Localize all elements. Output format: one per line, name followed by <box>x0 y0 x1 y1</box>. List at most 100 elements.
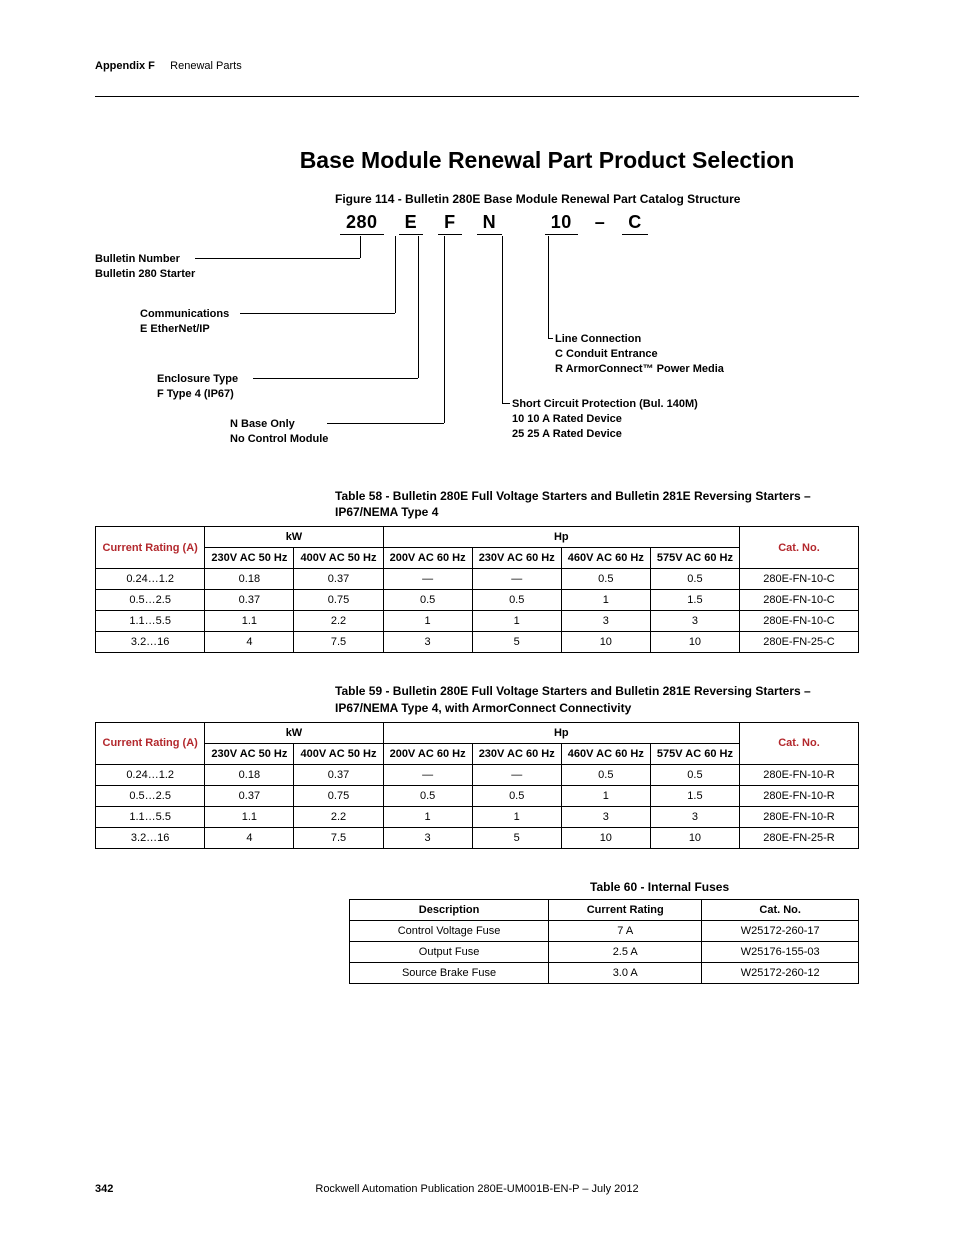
table-cell: 0.75 <box>294 785 383 806</box>
table-cell: 0.5 <box>383 785 472 806</box>
table-cell: 0.24…1.2 <box>96 569 205 590</box>
pn-base: N <box>477 212 503 235</box>
table-cell: 280E-FN-25-R <box>740 827 859 848</box>
table-cell: 1.1…5.5 <box>96 806 205 827</box>
col-description: Description <box>350 899 549 920</box>
table-cell: 0.24…1.2 <box>96 764 205 785</box>
label-base: N Base Only No Control Module <box>230 417 328 447</box>
table-cell: 1 <box>561 590 650 611</box>
col-cat-no: Cat. No. <box>702 899 859 920</box>
table-cell: — <box>472 569 561 590</box>
col-current-rating: Current Rating <box>549 899 702 920</box>
table60-caption: Table 60 - Internal Fuses <box>590 879 859 895</box>
figure-caption: Figure 114 - Bulletin 280E Base Module R… <box>95 192 859 206</box>
table-cell: 0.5…2.5 <box>96 590 205 611</box>
table-cell: 7.5 <box>294 632 383 653</box>
pn-dash: – <box>593 212 608 234</box>
table-cell: 280E-FN-10-R <box>740 785 859 806</box>
running-header: Appendix F Renewal Parts <box>95 60 859 72</box>
table-cell: Output Fuse <box>350 941 549 962</box>
table58: Current Rating (A) kW Hp Cat. No. 230V A… <box>95 526 859 653</box>
col-400-50: 400V AC 50 Hz <box>294 743 383 764</box>
table-cell: 0.18 <box>205 569 294 590</box>
table-cell: 3 <box>650 806 739 827</box>
table-cell: 3 <box>383 827 472 848</box>
pn-scp: 10 <box>545 212 578 235</box>
group-hp: Hp <box>383 722 739 743</box>
pn-comm: E <box>399 212 424 235</box>
label-line-connection: Line Connection C Conduit Entrance R Arm… <box>555 332 724 377</box>
table-cell: 280E-FN-10-R <box>740 764 859 785</box>
table-cell: 280E-FN-25-C <box>740 632 859 653</box>
table-cell: 0.5…2.5 <box>96 785 205 806</box>
appendix-label: Appendix F <box>95 60 155 72</box>
table59: Current Rating (A) kW Hp Cat. No. 230V A… <box>95 722 859 849</box>
table-cell: — <box>383 764 472 785</box>
table-row: 0.5…2.50.370.750.50.511.5280E-FN-10-C <box>96 590 859 611</box>
table-row: 0.5…2.50.370.750.50.511.5280E-FN-10-R <box>96 785 859 806</box>
group-kw: kW <box>205 722 383 743</box>
table-cell: 1.5 <box>650 785 739 806</box>
table-cell: 0.37 <box>294 569 383 590</box>
table-cell: 1.1 <box>205 806 294 827</box>
table-row: 0.24…1.20.180.37——0.50.5280E-FN-10-C <box>96 569 859 590</box>
col-575-60: 575V AC 60 Hz <box>650 548 739 569</box>
table-row: 3.2…1647.5351010280E-FN-25-C <box>96 632 859 653</box>
table-cell: 10 <box>561 827 650 848</box>
table-row: 3.2…1647.5351010280E-FN-25-R <box>96 827 859 848</box>
table-cell: 280E-FN-10-C <box>740 611 859 632</box>
table-cell: 280E-FN-10-R <box>740 806 859 827</box>
page: Appendix F Renewal Parts Base Module Ren… <box>0 0 954 1235</box>
section-label: Renewal Parts <box>170 60 242 72</box>
table-cell: 3 <box>561 611 650 632</box>
table-cell: 2.5 A <box>549 941 702 962</box>
table-cell: 280E-FN-10-C <box>740 590 859 611</box>
table-cell: 0.75 <box>294 590 383 611</box>
table-cell: 10 <box>650 632 739 653</box>
catalog-structure-diagram: 280 E F N 10 – C Bulletin Number Bulleti… <box>95 212 859 462</box>
table-cell: 1.1 <box>205 611 294 632</box>
table-cell: 0.5 <box>650 569 739 590</box>
table-cell: W25176-155-03 <box>702 941 859 962</box>
table-row: 1.1…5.51.12.21133280E-FN-10-R <box>96 806 859 827</box>
table-cell: 1 <box>472 806 561 827</box>
pn-bulletin: 280 <box>340 212 384 235</box>
table-cell: W25172-260-17 <box>702 920 859 941</box>
page-title: Base Module Renewal Part Product Selecti… <box>95 147 859 174</box>
page-footer: 342 Rockwell Automation Publication 280E… <box>95 1183 859 1195</box>
table-cell: 2.2 <box>294 806 383 827</box>
table-cell: 3.2…16 <box>96 632 205 653</box>
table-cell: 3 <box>561 806 650 827</box>
table-row: Source Brake Fuse3.0 AW25172-260-12 <box>350 962 859 983</box>
table-cell: 1 <box>383 806 472 827</box>
col-460-60: 460V AC 60 Hz <box>561 743 650 764</box>
col-230-60: 230V AC 60 Hz <box>472 743 561 764</box>
table-cell: 2.2 <box>294 611 383 632</box>
table-cell: 5 <box>472 632 561 653</box>
label-scp: Short Circuit Protection (Bul. 140M) 10 … <box>512 397 698 442</box>
col-400-50: 400V AC 50 Hz <box>294 548 383 569</box>
table-cell: 4 <box>205 827 294 848</box>
table-cell: 1 <box>383 611 472 632</box>
table-cell: 0.37 <box>294 764 383 785</box>
table60: Description Current Rating Cat. No. Cont… <box>349 899 859 984</box>
col-200-60: 200V AC 60 Hz <box>383 548 472 569</box>
col-current-rating: Current Rating (A) <box>96 527 205 569</box>
col-current-rating: Current Rating (A) <box>96 722 205 764</box>
table-row: Control Voltage Fuse7 AW25172-260-17 <box>350 920 859 941</box>
table-cell: 1 <box>472 611 561 632</box>
table-cell: 0.18 <box>205 764 294 785</box>
table-cell: 7 A <box>549 920 702 941</box>
publication-info: Rockwell Automation Publication 280E-UM0… <box>95 1183 859 1195</box>
table-cell: 3.2…16 <box>96 827 205 848</box>
col-230-50: 230V AC 50 Hz <box>205 548 294 569</box>
table-cell: 1.5 <box>650 590 739 611</box>
col-200-60: 200V AC 60 Hz <box>383 743 472 764</box>
col-460-60: 460V AC 60 Hz <box>561 548 650 569</box>
table-cell: 1 <box>561 785 650 806</box>
table-cell: 4 <box>205 632 294 653</box>
table-cell: — <box>383 569 472 590</box>
table-cell: 280E-FN-10-C <box>740 569 859 590</box>
pn-line: C <box>622 212 648 235</box>
col-cat-no: Cat. No. <box>740 527 859 569</box>
